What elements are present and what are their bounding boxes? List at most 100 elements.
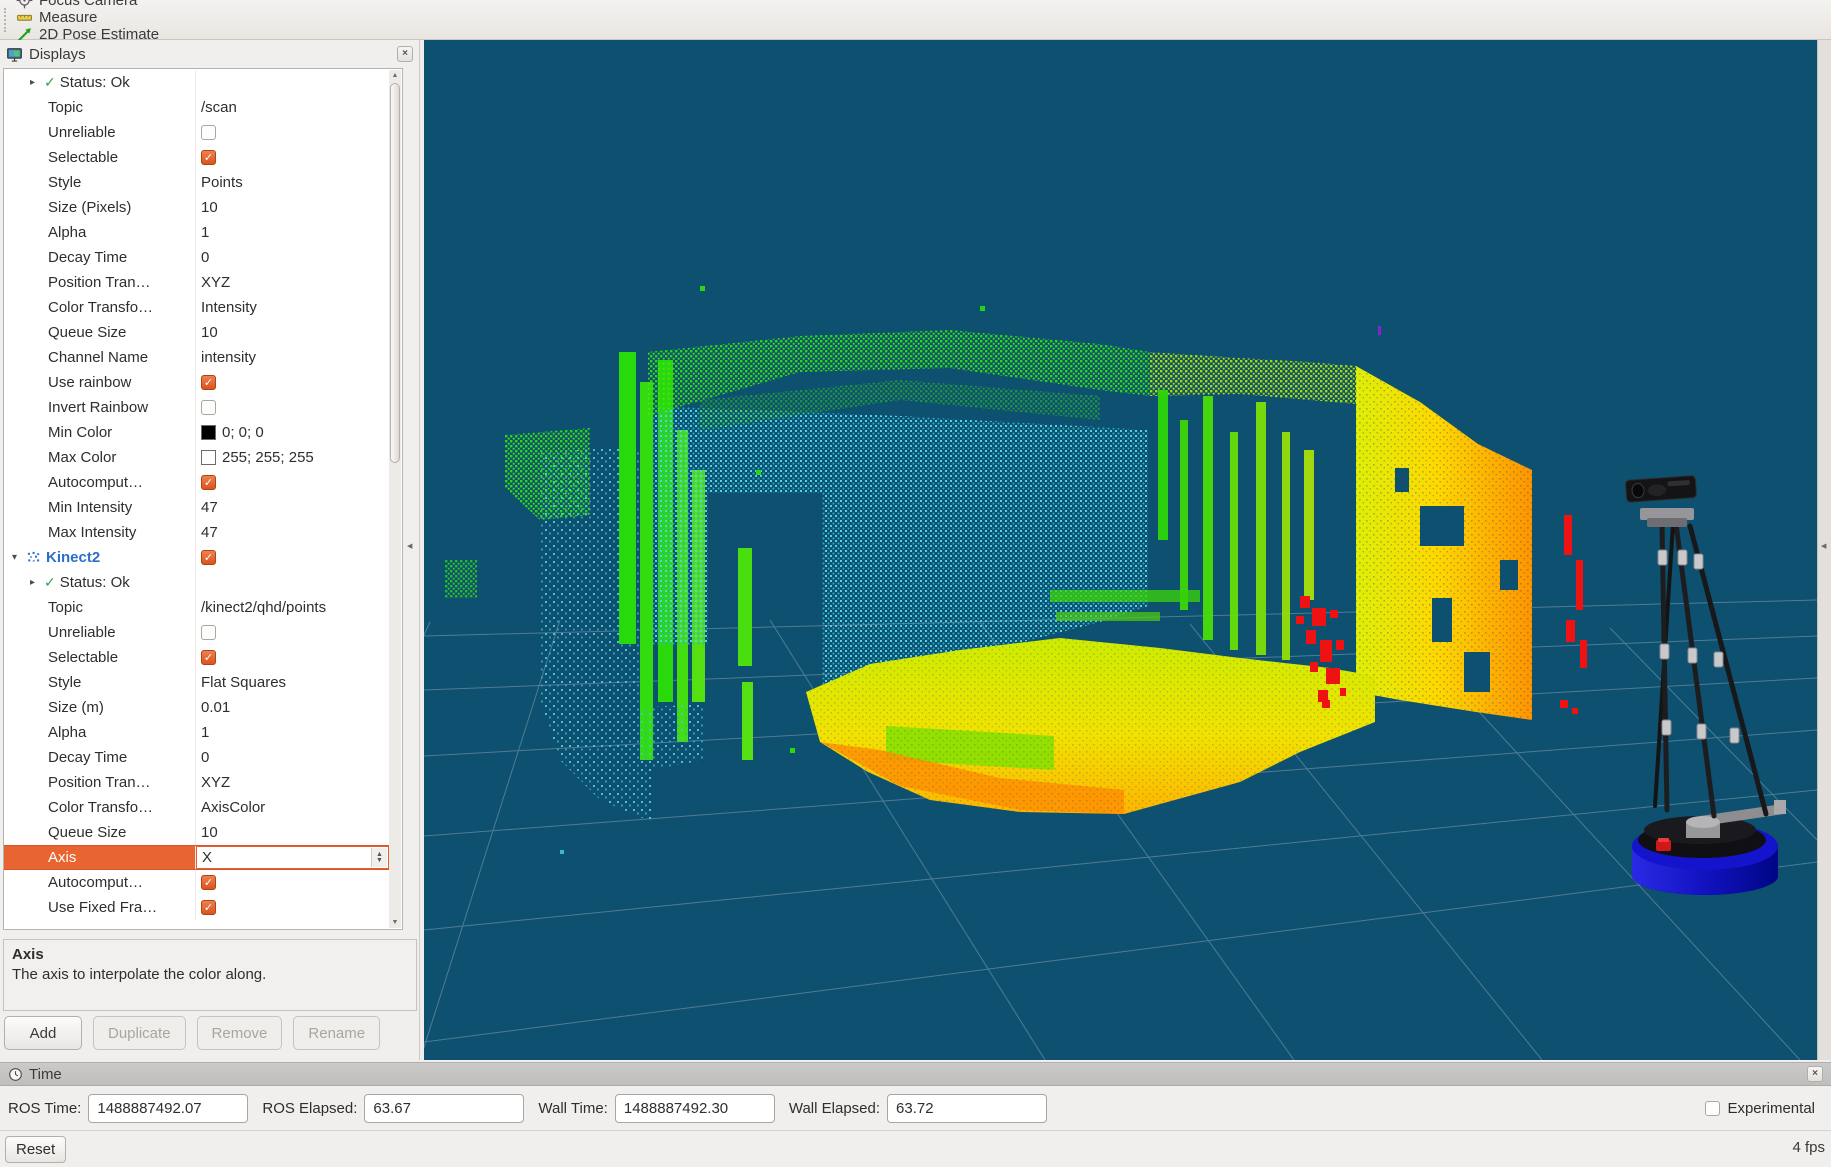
property-value-cell[interactable]: 10 ▲▼ xyxy=(196,320,389,345)
spinner-buttons[interactable]: ▲▼ xyxy=(371,848,387,867)
time-field-input[interactable] xyxy=(887,1094,1047,1123)
property-value-cell[interactable]: Flat Squares ▲▼ xyxy=(196,670,389,695)
display-action-button[interactable]: Duplicate xyxy=(93,1016,186,1050)
property-value-cell[interactable]: 0.01 ▲▼ xyxy=(196,695,389,720)
property-value-cell[interactable]: ▲▼ xyxy=(196,895,389,920)
property-row[interactable]: ✓ Color Transfo… AxisColor ▲▼ xyxy=(4,795,389,820)
property-value-cell[interactable]: 47 ▲▼ xyxy=(196,495,389,520)
property-value-cell[interactable]: X ▲▼ xyxy=(196,846,389,869)
property-value-cell[interactable]: AxisColor ▲▼ xyxy=(196,795,389,820)
property-checkbox[interactable] xyxy=(201,875,216,890)
property-row[interactable]: ✓ Min Color 0; 0; 0 ▲▼ xyxy=(4,420,389,445)
property-row[interactable]: ✓ Max Intensity 47 ▲▼ xyxy=(4,520,389,545)
property-checkbox[interactable] xyxy=(201,125,216,140)
displays-titlebar[interactable]: Displays × xyxy=(0,42,419,66)
property-row[interactable]: ✓ Style Flat Squares ▲▼ xyxy=(4,670,389,695)
property-value-cell[interactable]: /kinect2/qhd/points ▲▼ xyxy=(196,595,389,620)
tree-splitter[interactable] xyxy=(3,932,403,938)
toolbar-button[interactable]: Focus Camera xyxy=(16,0,159,9)
property-value-cell[interactable]: 0 ▲▼ xyxy=(196,245,389,270)
property-row[interactable]: ✓ Color Transfo… Intensity ▲▼ xyxy=(4,295,389,320)
property-value-cell[interactable]: 0 ▲▼ xyxy=(196,745,389,770)
property-row[interactable]: ✓ Alpha 1 ▲▼ xyxy=(4,220,389,245)
property-value-cell[interactable]: ▲▼ xyxy=(196,70,389,95)
property-row[interactable]: ✓ Unreliable ▲▼ xyxy=(4,620,389,645)
expander-icon[interactable]: ▸ xyxy=(30,577,44,588)
display-action-button[interactable]: Rename xyxy=(293,1016,380,1050)
property-row[interactable]: ✓ Queue Size 10 ▲▼ xyxy=(4,820,389,845)
property-row[interactable]: ✓ Size (m) 0.01 ▲▼ xyxy=(4,695,389,720)
property-row[interactable]: ✓ Alpha 1 ▲▼ xyxy=(4,720,389,745)
reset-button[interactable]: Reset xyxy=(5,1136,66,1163)
property-row[interactable]: ✓ Use Fixed Fra… ▲▼ xyxy=(4,895,389,920)
property-value-cell[interactable]: ▲▼ xyxy=(196,395,389,420)
property-checkbox[interactable] xyxy=(201,550,216,565)
property-value-cell[interactable]: XYZ ▲▼ xyxy=(196,770,389,795)
property-checkbox[interactable] xyxy=(201,150,216,165)
property-row[interactable]: ✓ Queue Size 10 ▲▼ xyxy=(4,320,389,345)
3d-viewport[interactable] xyxy=(424,40,1817,1060)
property-value-cell[interactable]: ▲▼ xyxy=(196,870,389,895)
property-row[interactable]: ✓ Autocomput… ▲▼ xyxy=(4,870,389,895)
property-row[interactable]: ✓ Invert Rainbow ▲▼ xyxy=(4,395,389,420)
property-value-cell[interactable]: ▲▼ xyxy=(196,545,389,570)
property-row[interactable]: ✓ Selectable ▲▼ xyxy=(4,145,389,170)
property-value-cell[interactable]: ▲▼ xyxy=(196,570,389,595)
property-checkbox[interactable] xyxy=(201,375,216,390)
display-action-button[interactable]: Add xyxy=(4,1016,82,1050)
experimental-toggle[interactable]: Experimental xyxy=(1705,1100,1815,1117)
property-row[interactable]: ▾ ✓ Kinect2 ▲▼ xyxy=(4,545,389,570)
toolbar-button[interactable]: Measure xyxy=(16,9,159,26)
toolbar-grip[interactable] xyxy=(4,8,10,32)
property-value-cell[interactable]: ▲▼ xyxy=(196,470,389,495)
property-row[interactable]: ✓ Topic /kinect2/qhd/points ▲▼ xyxy=(4,595,389,620)
property-value-cell[interactable]: ▲▼ xyxy=(196,370,389,395)
time-field-input[interactable] xyxy=(88,1094,248,1123)
property-value-cell[interactable]: 0; 0; 0 ▲▼ xyxy=(196,420,389,445)
property-checkbox[interactable] xyxy=(201,400,216,415)
property-row[interactable]: ▸ ✓ Status: Ok ▲▼ xyxy=(4,70,389,95)
property-row[interactable]: ✓ Style Points ▲▼ xyxy=(4,170,389,195)
property-value-cell[interactable]: 10 ▲▼ xyxy=(196,195,389,220)
property-row[interactable]: ✓ Use rainbow ▲▼ xyxy=(4,370,389,395)
property-value-cell[interactable]: 1 ▲▼ xyxy=(196,220,389,245)
property-row[interactable]: ✓ Max Color 255; 255; 255 ▲▼ xyxy=(4,445,389,470)
property-value-cell[interactable]: ▲▼ xyxy=(196,120,389,145)
property-value-cell[interactable]: intensity ▲▼ xyxy=(196,345,389,370)
time-panel-titlebar[interactable]: Time × xyxy=(0,1062,1831,1086)
property-row[interactable]: ✓ Position Tran… XYZ ▲▼ xyxy=(4,770,389,795)
property-row[interactable]: ✓ Selectable ▲▼ xyxy=(4,645,389,670)
property-checkbox[interactable] xyxy=(201,650,216,665)
property-value-cell[interactable]: ▲▼ xyxy=(196,145,389,170)
property-row[interactable]: ▸ ✓ Status: Ok ▲▼ xyxy=(4,570,389,595)
expander-icon[interactable]: ▾ xyxy=(12,552,26,563)
property-row[interactable]: ✓ Unreliable ▲▼ xyxy=(4,120,389,145)
property-row[interactable]: ✓ Position Tran… XYZ ▲▼ xyxy=(4,270,389,295)
property-value-cell[interactable]: 255; 255; 255 ▲▼ xyxy=(196,445,389,470)
property-value-cell[interactable]: ▲▼ xyxy=(196,620,389,645)
property-row[interactable]: ✓ Autocomput… ▲▼ xyxy=(4,470,389,495)
property-value-cell[interactable]: XYZ ▲▼ xyxy=(196,270,389,295)
property-value-cell[interactable]: /scan ▲▼ xyxy=(196,95,389,120)
property-row[interactable]: ✓ Decay Time 0 ▲▼ xyxy=(4,245,389,270)
property-checkbox[interactable] xyxy=(201,625,216,640)
property-row[interactable]: ✓ Channel Name intensity ▲▼ xyxy=(4,345,389,370)
property-row[interactable]: ✓ Min Intensity 47 ▲▼ xyxy=(4,495,389,520)
property-value-cell[interactable]: Intensity ▲▼ xyxy=(196,295,389,320)
time-field-input[interactable] xyxy=(364,1094,524,1123)
panel-collapse-right-icon[interactable]: ◀ xyxy=(1821,542,1826,550)
property-value-cell[interactable]: 10 ▲▼ xyxy=(196,820,389,845)
panel-collapse-left-icon[interactable]: ◀ xyxy=(407,542,412,550)
property-value-cell[interactable]: 1 ▲▼ xyxy=(196,720,389,745)
property-row[interactable]: ✓ Axis X ▲▼ xyxy=(4,845,389,870)
property-value-cell[interactable]: Points ▲▼ xyxy=(196,170,389,195)
experimental-checkbox[interactable] xyxy=(1705,1101,1720,1116)
expander-icon[interactable]: ▸ xyxy=(30,77,44,88)
property-row[interactable]: ✓ Topic /scan ▲▼ xyxy=(4,95,389,120)
display-action-button[interactable]: Remove xyxy=(197,1016,283,1050)
right-panel-collapsed-strip[interactable]: ◀ xyxy=(1817,40,1831,1060)
scroll-down-icon[interactable]: ▼ xyxy=(389,917,401,928)
scrollbar-thumb[interactable] xyxy=(390,83,400,463)
time-field-input[interactable] xyxy=(615,1094,775,1123)
property-checkbox[interactable] xyxy=(201,475,216,490)
